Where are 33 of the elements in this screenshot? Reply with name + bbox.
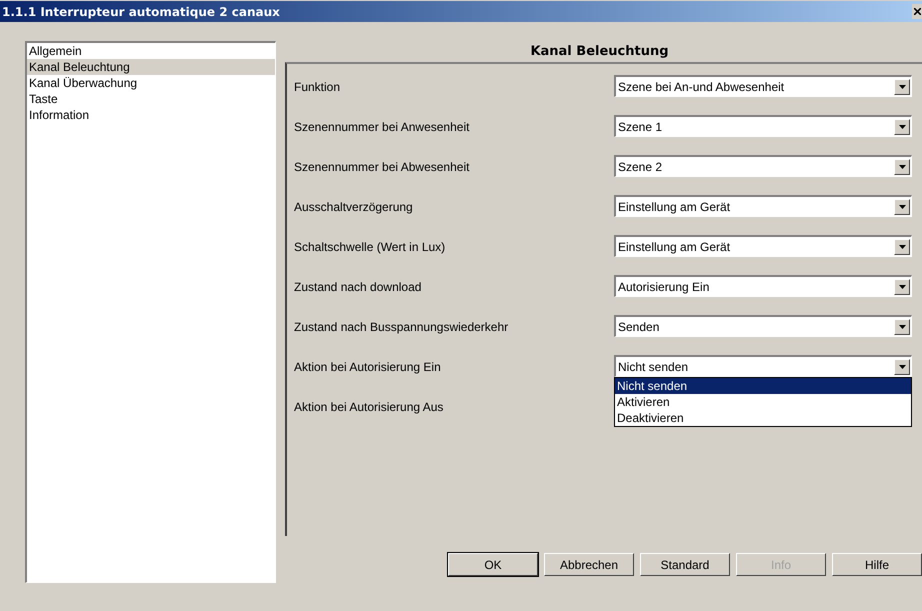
- dropdown[interactable]: Nicht senden: [614, 355, 912, 377]
- close-button[interactable]: [912, 4, 922, 19]
- dropdown-option[interactable]: Deaktivieren: [615, 410, 911, 426]
- dialog-button[interactable]: Hilfe: [832, 553, 922, 576]
- panel-heading: Kanal Beleuchtung: [529, 42, 670, 61]
- window-title: 1.1.1 Interrupteur automatique 2 canaux: [2, 4, 280, 20]
- sidebar-item[interactable]: Information: [27, 107, 275, 123]
- close-icon: [914, 8, 921, 15]
- sidebar-item[interactable]: Allgemein: [27, 43, 275, 59]
- parameter-label: Schaltschwelle (Wert in Lux): [294, 239, 446, 256]
- parameter-label: Szenennummer bei Abwesenheit: [294, 159, 470, 176]
- dialog-button[interactable]: Abbrechen: [544, 553, 634, 576]
- dropdown[interactable]: Einstellung am Gerät: [614, 195, 912, 217]
- parameter-label: Funktion: [294, 79, 342, 96]
- parameter-label: Aktion bei Autorisierung Aus: [294, 399, 444, 416]
- dropdown-option[interactable]: Nicht senden: [615, 378, 911, 394]
- dialog-button[interactable]: Standard: [640, 553, 730, 576]
- sidebar-item[interactable]: Taste: [27, 91, 275, 107]
- dropdown[interactable]: Autorisierung Ein: [614, 275, 912, 297]
- sidebar-item[interactable]: Kanal Überwachung: [27, 75, 275, 91]
- parameter-label: Ausschaltverzögerung: [294, 199, 414, 216]
- dropdown-option[interactable]: Aktivieren: [615, 394, 911, 410]
- parameter-label: Zustand nach download: [294, 279, 422, 296]
- parameter-label: Zustand nach Busspannungswiederkehr: [294, 319, 510, 336]
- dropdown[interactable]: Szene bei An-und Abwesenheit: [614, 75, 912, 97]
- dropdown[interactable]: Senden: [614, 315, 912, 337]
- dropdown[interactable]: Einstellung am Gerät: [614, 235, 912, 257]
- dialog-button[interactable]: OK: [448, 553, 538, 576]
- sidebar-item[interactable]: Kanal Beleuchtung: [27, 59, 275, 75]
- parameter-label: Szenennummer bei Anwesenheit: [294, 119, 470, 136]
- dropdown[interactable]: Szene 1: [614, 115, 912, 137]
- parameter-label: Aktion bei Autorisierung Ein: [294, 359, 442, 376]
- dropdown[interactable]: Szene 2: [614, 155, 912, 177]
